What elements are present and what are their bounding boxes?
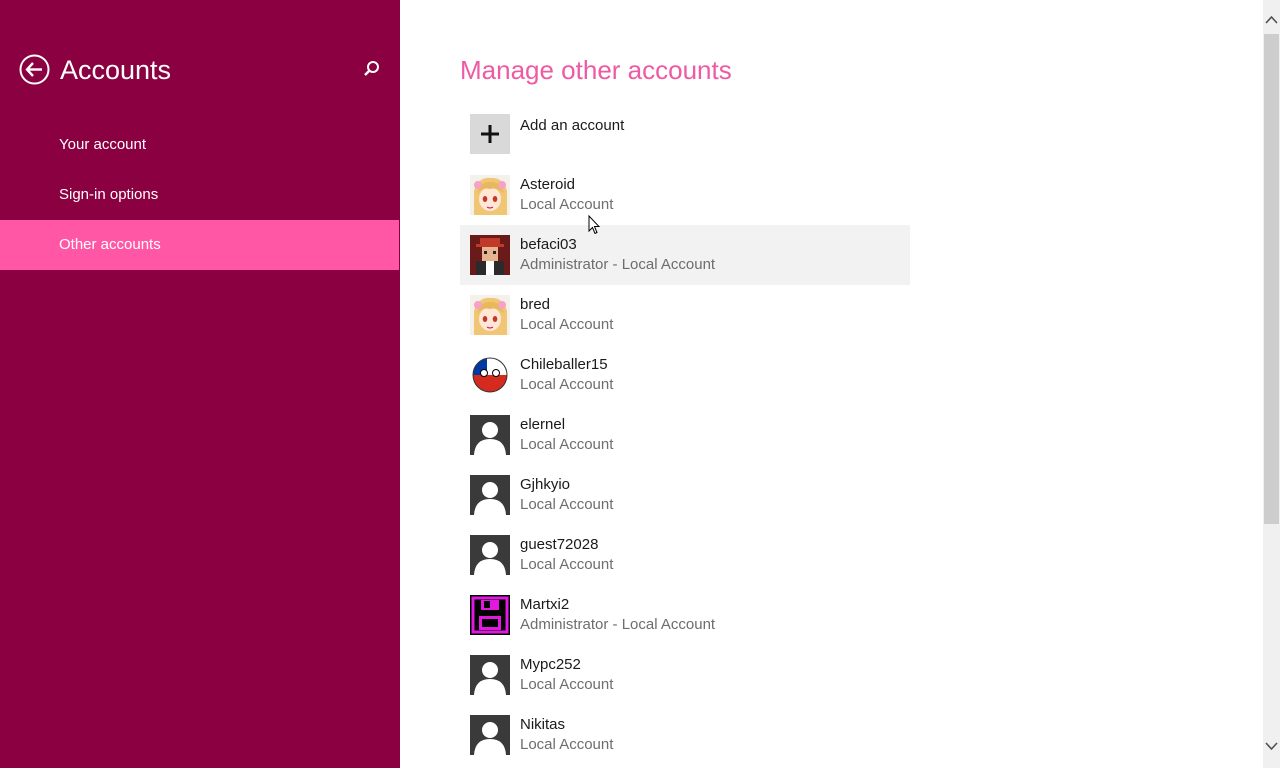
default-user-avatar	[470, 715, 510, 755]
account-row-elernel[interactable]: elernel Local Account	[460, 405, 910, 465]
account-name: Nikitas	[520, 716, 566, 733]
account-type: Local Account	[520, 376, 614, 393]
search-icon	[364, 61, 379, 76]
page-title: Manage other accounts	[460, 55, 732, 85]
search-button[interactable]	[360, 58, 382, 80]
account-row-chileballer15[interactable]: Chileballer15 Local Account	[460, 345, 910, 405]
scroll-thumb[interactable]	[1264, 34, 1279, 524]
account-name: Martxi2	[520, 596, 570, 613]
account-type: Local Account	[520, 736, 614, 753]
main-content: Manage other accounts Add an account Ast…	[400, 0, 1263, 768]
account-type: Administrator - Local Account	[520, 256, 716, 273]
character-avatar	[470, 235, 510, 275]
sidebar-item-label: Sign-in options	[59, 186, 159, 203]
sidebar: Accounts Your account Sign-in options Ot…	[0, 0, 400, 768]
account-name: Chileballer15	[520, 356, 608, 373]
account-row-asteroid[interactable]: Asteroid Local Account	[460, 165, 910, 225]
chileball-avatar	[470, 355, 510, 395]
account-type: Local Account	[520, 196, 614, 213]
default-user-avatar	[470, 415, 510, 455]
default-user-avatar	[470, 535, 510, 575]
account-type: Administrator - Local Account	[520, 616, 716, 633]
account-type: Local Account	[520, 496, 614, 513]
sidebar-title: Accounts	[60, 55, 172, 85]
account-type: Local Account	[520, 316, 614, 333]
sidebar-item-label: Your account	[59, 136, 147, 153]
mouse-cursor-icon	[588, 214, 601, 235]
anime-girl-avatar	[470, 175, 510, 215]
account-type: Local Account	[520, 676, 614, 693]
anime-girl-avatar	[470, 295, 510, 335]
account-name: befaci03	[520, 236, 577, 253]
add-account-button[interactable]: Add an account	[460, 110, 910, 160]
account-name: bred	[520, 296, 551, 313]
account-row-guest72028[interactable]: guest72028 Local Account	[460, 525, 910, 585]
sidebar-item-your-account[interactable]: Your account	[0, 120, 399, 170]
floppy-disk-avatar	[470, 595, 510, 635]
add-account-label: Add an account	[520, 117, 625, 134]
account-name: Mypc252	[520, 656, 581, 673]
chevron-up-icon	[1265, 15, 1278, 24]
add-icon	[470, 114, 510, 154]
back-arrow-icon	[19, 54, 50, 85]
account-name: Asteroid	[520, 176, 576, 193]
scroll-up-button[interactable]	[1263, 10, 1280, 30]
settings-window: Accounts Your account Sign-in options Ot…	[0, 0, 1280, 768]
scroll-down-button[interactable]	[1263, 736, 1280, 756]
account-row-mypc252[interactable]: Mypc252 Local Account	[460, 645, 910, 705]
account-row-martxi2[interactable]: Martxi2 Administrator - Local Account	[460, 585, 910, 645]
sidebar-item-sign-in-options[interactable]: Sign-in options	[0, 170, 399, 220]
account-type: Local Account	[520, 556, 614, 573]
default-user-avatar	[470, 475, 510, 515]
account-row-gjhkyio[interactable]: Gjhkyio Local Account	[460, 465, 910, 525]
account-name: guest72028	[520, 536, 599, 553]
account-row-befaci03[interactable]: befaci03 Administrator - Local Account	[460, 225, 910, 285]
account-row-bred[interactable]: bred Local Account	[460, 285, 910, 345]
chevron-down-icon	[1265, 742, 1278, 751]
sidebar-item-label: Other accounts	[59, 236, 161, 253]
account-name: Gjhkyio	[520, 476, 571, 493]
default-user-avatar	[470, 655, 510, 695]
sidebar-item-other-accounts[interactable]: Other accounts	[0, 220, 399, 270]
account-row-nikitas[interactable]: Nikitas Local Account	[460, 705, 910, 765]
account-name: elernel	[520, 416, 566, 433]
back-button[interactable]	[19, 54, 50, 85]
vertical-scrollbar[interactable]	[1263, 0, 1280, 768]
account-type: Local Account	[520, 436, 614, 453]
